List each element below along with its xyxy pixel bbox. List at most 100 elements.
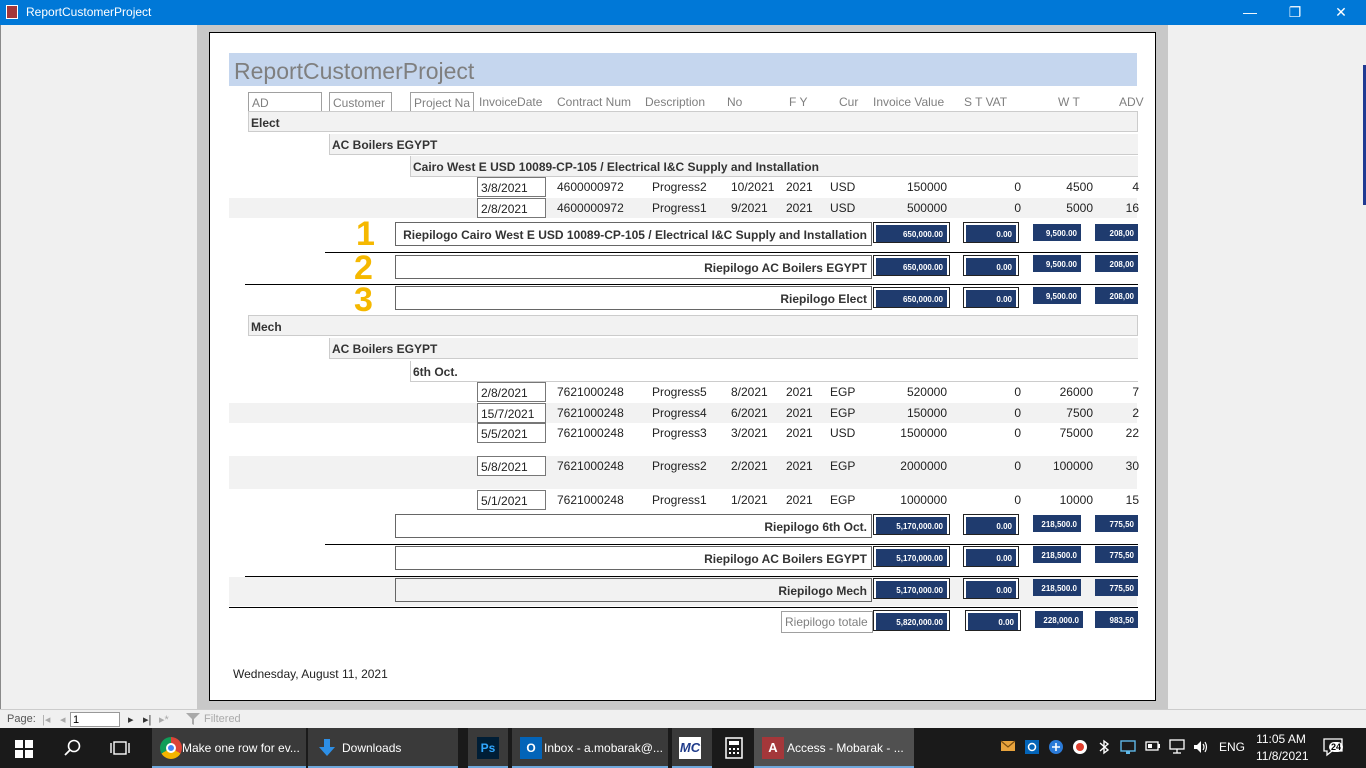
table-row[interactable]: 5/5/2021 7621000248 Progress3 3/2021 202… <box>229 423 1139 455</box>
contract-cell: 4600000972 <box>557 180 624 194</box>
contract-cell: 7621000248 <box>557 426 624 440</box>
taskbar-item-label: Downloads <box>342 741 402 755</box>
invoice-date-cell: 5/8/2021 <box>477 456 546 476</box>
volume-icon[interactable] <box>1192 739 1210 758</box>
summary-adv: 775,50 <box>1095 515 1138 532</box>
description-cell: Progress3 <box>652 426 707 440</box>
col-header-invoice-value: Invoice Value <box>873 95 945 109</box>
wt-cell: 7500 <box>1066 406 1093 420</box>
no-cell: 9/2021 <box>731 201 768 215</box>
summary-value: 5,170,000.00 <box>876 517 947 534</box>
col-header-wt: W T <box>1058 95 1080 109</box>
bluetooth-icon[interactable] <box>1098 739 1110 758</box>
page-number-input[interactable] <box>70 712 120 727</box>
adv-cell: 15 <box>1125 493 1139 507</box>
restore-button[interactable]: ❐ <box>1272 0 1318 25</box>
summary-vat-box: 0.00 <box>963 546 1019 567</box>
invoice-date-cell: 5/1/2021 <box>477 490 546 510</box>
security-icon[interactable] <box>1072 739 1088 758</box>
language-indicator[interactable]: ENG <box>1219 740 1245 754</box>
wt-cell: 26000 <box>1059 385 1093 399</box>
summary-value-box: 5,170,000.00 <box>873 514 950 535</box>
col-header-fy: F Y <box>789 95 808 109</box>
col-header-project: Project Na <box>410 92 474 112</box>
group-header-ad: Mech <box>248 315 1138 336</box>
prev-page-button[interactable]: ◂ <box>60 713 66 726</box>
divider <box>245 284 1138 285</box>
summary-wt: 218,500.0 <box>1033 546 1081 563</box>
invoice-date-cell: 5/5/2021 <box>477 423 546 443</box>
table-row[interactable]: 5/1/2021 7621000248 Progress1 1/2021 202… <box>229 490 1139 511</box>
new-record-button[interactable]: ▸* <box>159 713 169 726</box>
taskbar-item-calculator[interactable] <box>714 728 754 768</box>
clock-date[interactable]: 11/8/2021 <box>1256 749 1309 763</box>
mail-icon[interactable] <box>1000 739 1016 756</box>
no-cell: 1/2021 <box>731 493 768 507</box>
next-page-button[interactable]: ▸ <box>128 713 134 726</box>
summary-wt: 218,500.0 <box>1033 515 1081 532</box>
table-row[interactable]: 5/8/2021 7621000248 Progress2 2/2021 202… <box>229 456 1139 489</box>
cur-cell: EGP <box>830 459 856 473</box>
taskbar-item-label: Access - Mobarak - ... <box>787 741 904 755</box>
network-icon[interactable] <box>1168 739 1186 758</box>
access-icon: A <box>762 737 784 759</box>
clock-time[interactable]: 11:05 AM <box>1256 732 1306 746</box>
summary-value-box: 5,170,000.00 <box>873 546 950 567</box>
invoice-date-cell: 15/7/2021 <box>477 403 546 423</box>
close-button[interactable]: ✕ <box>1318 0 1364 25</box>
notifications-button[interactable]: 24 <box>1322 737 1346 759</box>
adv-cell: 16 <box>1125 201 1139 215</box>
filter-status[interactable]: Filtered <box>204 713 241 725</box>
page-label: Page: <box>7 713 36 725</box>
invoice-value-cell: 1000000 <box>900 493 947 507</box>
wt-cell: 5000 <box>1066 201 1093 215</box>
table-row[interactable]: 3/8/2021 4600000972 Progress2 10/2021 20… <box>229 177 1139 198</box>
taskbar-item-downloads[interactable]: Downloads <box>308 728 458 768</box>
battery-icon[interactable] <box>1145 740 1161 755</box>
divider <box>325 544 1138 545</box>
task-view-button[interactable] <box>96 728 144 768</box>
summary-value-box: 650,000.00 <box>873 255 950 276</box>
taskbar-item-outlook[interactable]: O Inbox - a.mobarak@... <box>512 728 668 768</box>
no-cell: 6/2021 <box>731 406 768 420</box>
start-button[interactable] <box>0 728 48 768</box>
last-page-button[interactable]: ▸| <box>143 713 151 726</box>
col-header-description: Description <box>645 95 706 109</box>
first-page-button[interactable]: |◂ <box>42 713 50 726</box>
summary-value: 5,170,000.00 <box>876 549 947 566</box>
summary-label: Riepilogo AC Boilers EGYPT <box>395 546 872 570</box>
update-icon[interactable] <box>1048 739 1064 758</box>
description-cell: Progress5 <box>652 385 707 399</box>
summary-adv: 775,50 <box>1095 579 1138 596</box>
network-adapter-icon[interactable] <box>1120 739 1136 758</box>
contract-cell: 7621000248 <box>557 385 624 399</box>
taskbar-item-access[interactable]: A Access - Mobarak - ... <box>754 728 914 768</box>
download-icon <box>319 739 335 756</box>
minimize-button[interactable]: — <box>1227 0 1273 25</box>
summary-label: Riepilogo AC Boilers EGYPT <box>395 255 872 279</box>
window-title: ReportCustomerProject <box>26 5 152 19</box>
search-button[interactable] <box>48 728 96 768</box>
summary-value-box: 650,000.00 <box>873 222 950 243</box>
outlook-tray-icon[interactable] <box>1024 739 1040 758</box>
adv-cell: 30 <box>1125 459 1139 473</box>
cur-cell: EGP <box>830 406 856 420</box>
table-row[interactable]: 2/8/2021 7621000248 Progress5 8/2021 202… <box>229 382 1139 403</box>
vat-cell: 0 <box>1014 201 1021 215</box>
table-row[interactable]: 15/7/2021 7621000248 Progress4 6/2021 20… <box>229 403 1139 423</box>
report-page[interactable]: ReportCustomerProject AD Customer Projec… <box>209 32 1156 701</box>
col-header-adv: ADV <box>1119 95 1144 109</box>
total-wt: 228,000.0 <box>1035 611 1083 628</box>
group-header-ad: Elect <box>248 111 1138 132</box>
summary-vat-box: 0.00 <box>963 255 1019 276</box>
taskbar-item-chrome[interactable]: Make one row for ev... <box>152 728 306 768</box>
col-header-stvat: S T VAT <box>964 95 1008 109</box>
contract-cell: 7621000248 <box>557 459 624 473</box>
taskbar-item-mc[interactable]: MC <box>672 728 712 768</box>
col-header-ad: AD <box>248 92 322 112</box>
vat-cell: 0 <box>1014 406 1021 420</box>
summary-adv: 208,00 <box>1095 255 1138 272</box>
group-header-customer: AC Boilers EGYPT <box>329 338 1138 359</box>
taskbar-item-photoshop[interactable]: Ps <box>468 728 508 768</box>
fy-cell: 2021 <box>786 406 813 420</box>
